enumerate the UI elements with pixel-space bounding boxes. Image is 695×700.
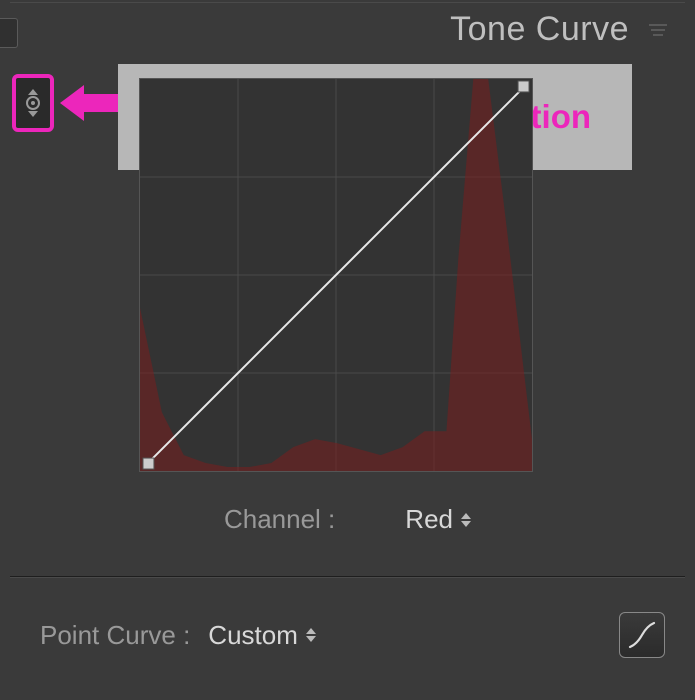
channel-value-stepper[interactable]: Red (405, 504, 471, 535)
channel-selector: Channel : Red (0, 504, 695, 535)
tone-curve-graph[interactable] (139, 78, 533, 472)
channel-label: Channel : (224, 504, 335, 535)
panel-title: Tone Curve (450, 10, 629, 49)
stepper-icon (306, 628, 316, 642)
point-curve-row: Point Curve : Custom (40, 612, 665, 658)
panel-header: Tone Curve (450, 10, 667, 49)
targeted-adjustment-tool-button[interactable] (12, 74, 54, 132)
edit-point-curve-button[interactable] (619, 612, 665, 658)
panel-disclosure-icon[interactable] (649, 24, 667, 36)
panel-top-divider (10, 2, 685, 3)
curve-point-shadow[interactable] (143, 458, 154, 469)
annotation-arrow-icon (60, 82, 118, 124)
panel-left-edge (0, 18, 18, 48)
channel-value-text: Red (405, 504, 453, 535)
point-curve-value-stepper[interactable]: Custom (208, 620, 316, 651)
point-curve-label: Point Curve : (40, 620, 190, 651)
point-curve-value-text: Custom (208, 620, 298, 651)
curve-point-highlight[interactable] (518, 81, 529, 92)
chevron-up-icon (28, 89, 38, 95)
target-icon (26, 96, 40, 110)
chevron-down-icon (28, 111, 38, 117)
stepper-icon (461, 513, 471, 527)
curve-icon (627, 620, 657, 650)
section-divider (10, 576, 685, 578)
